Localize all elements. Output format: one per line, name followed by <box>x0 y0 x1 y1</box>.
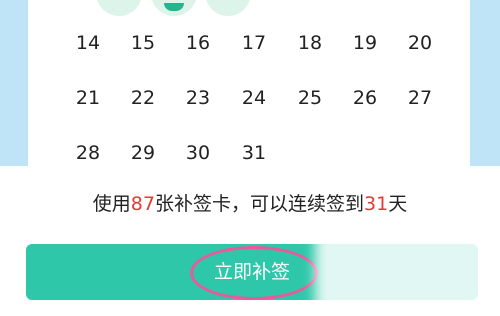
resign-card-count: 87 <box>130 193 155 215</box>
calendar-day[interactable]: 24 <box>234 87 274 109</box>
calendar-day[interactable]: 15 <box>123 32 163 54</box>
calendar-day[interactable]: 23 <box>178 87 218 109</box>
calendar-day[interactable]: 30 <box>178 142 218 164</box>
background-panel-right <box>470 0 500 166</box>
summary-middle: 张补签卡，可以连续签到 <box>154 193 364 215</box>
calendar-day[interactable]: 27 <box>400 87 440 109</box>
today-indicator-icon <box>164 3 184 11</box>
calendar-day[interactable]: 17 <box>234 32 274 54</box>
calendar-day[interactable]: 26 <box>345 87 385 109</box>
calendar-day[interactable]: 21 <box>68 87 108 109</box>
checked-day-marker <box>205 0 251 16</box>
calendar-day[interactable]: 25 <box>290 87 330 109</box>
calendar-day[interactable]: 19 <box>345 32 385 54</box>
calendar-day[interactable]: 18 <box>290 32 330 54</box>
calendar-day[interactable]: 22 <box>123 87 163 109</box>
calendar-day[interactable]: 31 <box>234 142 274 164</box>
summary-suffix: 天 <box>388 193 408 215</box>
calendar-day[interactable]: 14 <box>68 32 108 54</box>
calendar-day[interactable]: 16 <box>178 32 218 54</box>
checked-day-marker <box>96 0 142 16</box>
calendar-day[interactable]: 20 <box>400 32 440 54</box>
resign-summary: 使用87张补签卡，可以连续签到31天 <box>0 192 500 216</box>
calendar-day[interactable]: 28 <box>68 142 108 164</box>
summary-prefix: 使用 <box>92 193 131 215</box>
consecutive-days: 31 <box>364 193 389 215</box>
highlight-ring <box>190 246 318 300</box>
background-panel-left <box>0 0 28 166</box>
today-day-marker <box>151 0 197 16</box>
calendar-day[interactable]: 29 <box>123 142 163 164</box>
blur-overlay <box>315 225 500 316</box>
